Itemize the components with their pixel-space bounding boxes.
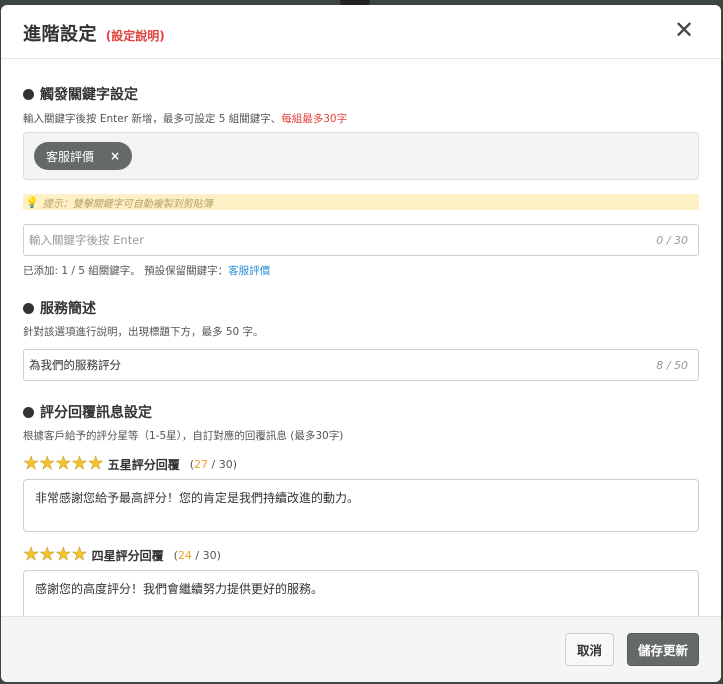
five-star-label: 五星評分回覆: [107, 457, 180, 472]
modal-title: 進階設定 (設定說明): [23, 20, 165, 46]
modal-body[interactable]: 觸發關鍵字設定 輸入關鍵字後按 Enter 新增，最多可設定 5 組關鍵字、每組…: [1, 60, 721, 616]
keyword-status: 已添加: 1 / 5 組關鍵字。 預設保留關鍵字：客服評價: [23, 263, 270, 278]
keyword-tag[interactable]: 客服評價 ×: [34, 142, 133, 170]
reserved-keyword-link[interactable]: 客服評價: [228, 265, 270, 277]
keyword-tag-box[interactable]: 客服評價 ×: [23, 132, 699, 180]
bullet-icon: [23, 88, 34, 100]
five-star-reply-textarea[interactable]: 非常感謝您給予最高評分！您的肯定是我們持續改進的動力。: [23, 479, 699, 532]
star-icon: ★: [23, 544, 40, 565]
rating-description: 根據客戶給予的評分星等（1-5星），自訂對應的回覆訊息 (最多30字): [23, 430, 344, 442]
four-star-reply-textarea[interactable]: 感謝您的高度評分！我們會繼續努力提供更好的服務。: [23, 570, 699, 616]
remove-tag-icon[interactable]: ×: [110, 149, 120, 163]
star-icon: ★: [71, 453, 88, 474]
four-star-count-value: 24: [177, 548, 192, 562]
star-icon: ★: [87, 453, 104, 474]
star-icon: ★: [39, 453, 56, 474]
bullet-icon: [23, 406, 34, 418]
tip-text: 提示：雙擊關鍵字可自動複製到剪貼簿: [42, 198, 213, 210]
tip-bar: 💡 提示：雙擊關鍵字可自動複製到剪貼簿: [23, 194, 699, 210]
keyword-input-placeholder: 輸入關鍵字後按 Enter: [29, 233, 145, 247]
keywords-desc-main: 輸入關鍵字後按 Enter 新增，最多可設定 5 組關鍵字、: [23, 113, 282, 125]
count-rest: / 30): [208, 457, 238, 471]
four-star-char-count: (24 / 30): [174, 549, 221, 562]
count-rest: / 30): [191, 548, 221, 562]
star-icon: ★: [55, 544, 72, 565]
five-star-char-count: (27 / 30): [190, 458, 237, 471]
save-button[interactable]: 儲存更新: [627, 633, 699, 666]
cancel-button[interactable]: 取消: [565, 633, 614, 666]
lightbulb-icon: 💡: [25, 195, 39, 209]
modal-header: 進階設定 (設定說明) ✕: [1, 5, 721, 59]
star-icon: ★: [39, 544, 56, 565]
service-section-title-text: 服務簡述: [40, 301, 96, 317]
star-icon: ★: [55, 453, 72, 474]
service-char-counter: 8 / 50: [656, 358, 688, 372]
service-section-title: 服務簡述: [23, 298, 96, 318]
star-icon: ★: [71, 544, 88, 565]
keyword-tag-label: 客服評價: [46, 149, 95, 164]
bullet-icon: [23, 302, 34, 314]
settings-help-link[interactable]: (設定說明): [106, 29, 165, 43]
four-star-row: ★ ★ ★ ★ 四星評分回覆 (24 / 30): [23, 544, 221, 565]
five-star-row: ★ ★ ★ ★ ★ 五星評分回覆 (27 / 30): [23, 453, 237, 474]
keywords-section-title-text: 觸發關鍵字設定: [40, 87, 138, 103]
rating-section-title-text: 評分回覆訊息設定: [40, 405, 152, 421]
advanced-settings-modal: 進階設定 (設定說明) ✕ 觸發關鍵字設定 輸入關鍵字後按 Enter 新增，最…: [1, 5, 721, 682]
service-description-input[interactable]: 為我們的服務評分 8 / 50: [23, 349, 699, 381]
rating-section-title: 評分回覆訊息設定: [23, 402, 152, 422]
close-icon[interactable]: ✕: [673, 17, 695, 43]
modal-title-text: 進階設定: [23, 24, 97, 45]
star-icon: ★: [23, 453, 40, 474]
five-star-count-value: 27: [194, 457, 209, 471]
keywords-description: 輸入關鍵字後按 Enter 新增，最多可設定 5 組關鍵字、每組最多30字: [23, 111, 347, 126]
modal-footer: 取消 儲存更新: [1, 616, 721, 682]
service-description: 針對該選項進行說明，出現標題下方，最多 50 字。: [23, 326, 264, 338]
four-star-label: 四星評分回覆: [91, 548, 164, 563]
keywords-desc-limit: 每組最多30字: [281, 113, 348, 125]
keyword-input[interactable]: 輸入關鍵字後按 Enter 0 / 30: [23, 224, 699, 256]
keyword-char-counter: 0 / 30: [656, 233, 688, 247]
keywords-section-title: 觸發關鍵字設定: [23, 84, 138, 104]
service-description-value: 為我們的服務評分: [29, 358, 121, 372]
keyword-status-text: 已添加: 1 / 5 組關鍵字。 預設保留關鍵字：: [23, 265, 229, 277]
